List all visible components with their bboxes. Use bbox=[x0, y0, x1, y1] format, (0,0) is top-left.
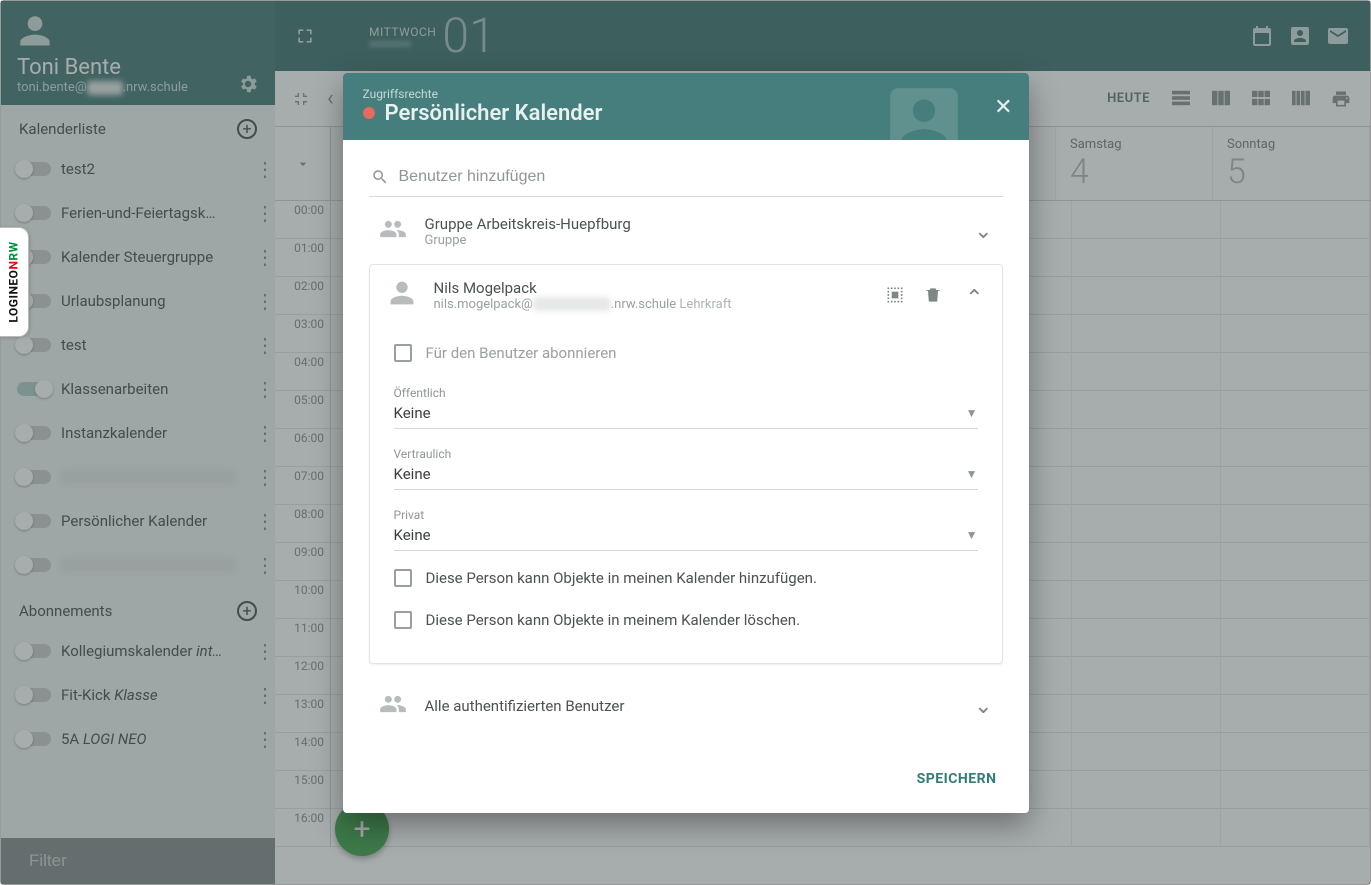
dialog-header: Zugriffsrechte Persönlicher Kalender ✕ bbox=[343, 73, 1029, 140]
select-all-icon[interactable] bbox=[885, 285, 905, 305]
group-row[interactable]: Gruppe Arbeitskreis-Huepfburg Gruppe ⌄ bbox=[369, 197, 1003, 264]
chevron-up-icon[interactable]: ⌄ bbox=[961, 279, 987, 312]
confidential-permission-select[interactable]: Vertraulich Keine▼ bbox=[394, 435, 978, 496]
permissions-dialog: Zugriffsrechte Persönlicher Kalender ✕ G… bbox=[343, 73, 1029, 813]
chevron-down-icon[interactable]: ⌄ bbox=[970, 215, 996, 248]
user-email-label: nils.mogelpack@.nrw.schule Lehrkraft bbox=[434, 297, 872, 312]
can-delete-row[interactable]: Diese Person kann Objekte in meinem Kale… bbox=[394, 599, 978, 641]
public-permission-select[interactable]: Öffentlich Keine▼ bbox=[394, 374, 978, 435]
all-users-row[interactable]: Alle authentifizierten Benutzer ⌄ bbox=[369, 672, 1003, 739]
user-name-label: Nils Mogelpack bbox=[434, 279, 872, 297]
checkbox[interactable] bbox=[394, 611, 412, 629]
logineo-tab[interactable]: LOGINEONRW bbox=[0, 227, 29, 337]
search-icon bbox=[371, 168, 389, 186]
private-permission-select[interactable]: Privat Keine▼ bbox=[394, 496, 978, 557]
can-add-row[interactable]: Diese Person kann Objekte in meinen Kale… bbox=[394, 557, 978, 599]
chevron-down-icon[interactable]: ⌄ bbox=[970, 690, 996, 723]
checkbox[interactable] bbox=[394, 344, 412, 362]
user-permission-card: Nils Mogelpack nils.mogelpack@.nrw.schul… bbox=[369, 264, 1003, 664]
modal-overlay: Zugriffsrechte Persönlicher Kalender ✕ G… bbox=[1, 1, 1370, 884]
calendar-color-dot bbox=[363, 107, 375, 119]
trash-icon[interactable] bbox=[923, 285, 943, 305]
checkbox[interactable] bbox=[394, 569, 412, 587]
user-row: Nils Mogelpack nils.mogelpack@.nrw.schul… bbox=[370, 265, 1002, 322]
save-button[interactable]: SPEICHERN bbox=[907, 763, 1007, 795]
subscribe-for-user-row[interactable]: Für den Benutzer abonnieren bbox=[394, 332, 978, 374]
close-icon[interactable]: ✕ bbox=[994, 95, 1012, 120]
